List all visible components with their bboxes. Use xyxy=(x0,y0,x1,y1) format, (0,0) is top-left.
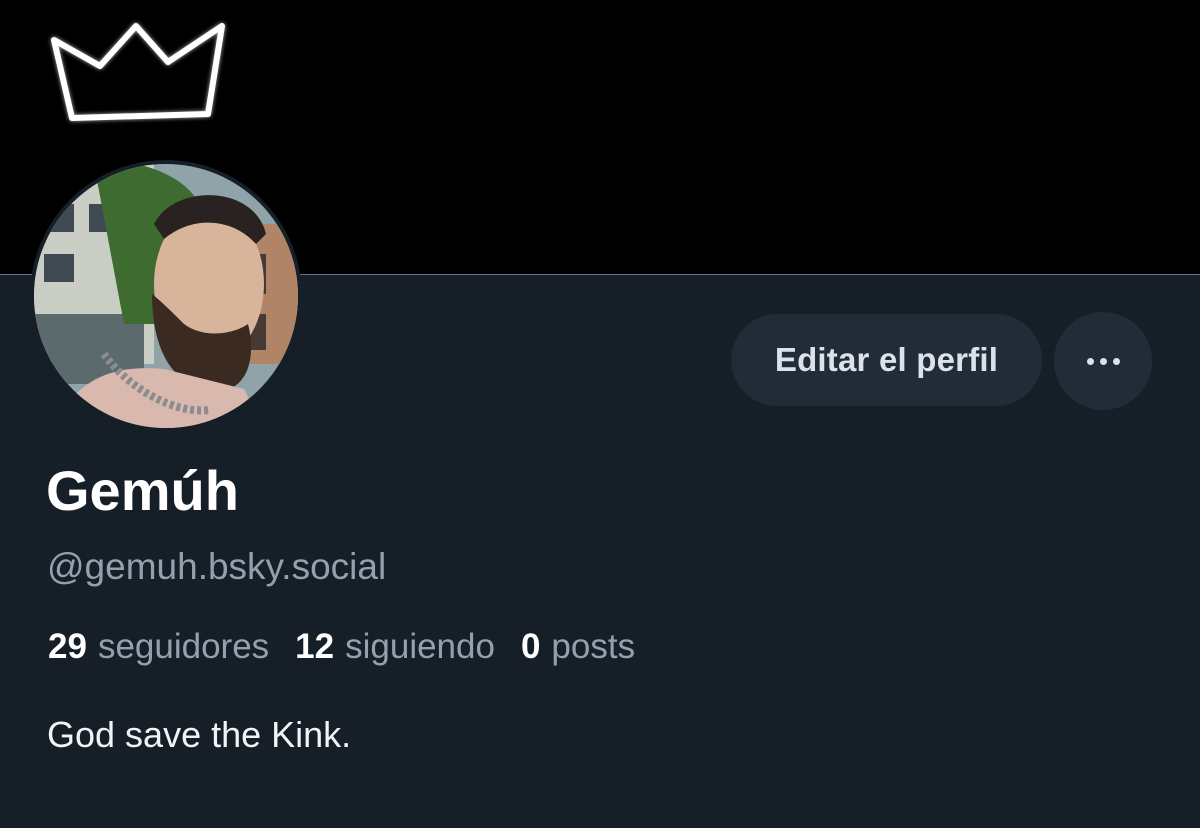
avatar[interactable] xyxy=(30,160,302,432)
following-count: 12 xyxy=(295,627,335,666)
profile-stats: 29 seguidores 12 siguiendo 0 posts xyxy=(48,624,635,670)
following-label: siguiendo xyxy=(345,627,495,666)
following-stat[interactable]: 12 siguiendo xyxy=(295,624,495,670)
followers-stat[interactable]: 29 seguidores xyxy=(48,624,269,670)
followers-count: 29 xyxy=(48,627,87,666)
crown-icon xyxy=(51,23,225,121)
profile-bio: God save the Kink. xyxy=(47,714,352,755)
more-options-button[interactable] xyxy=(1054,312,1152,410)
edit-profile-button[interactable]: Editar el perfil xyxy=(731,314,1042,406)
avatar-image xyxy=(34,164,298,428)
posts-count: 0 xyxy=(520,627,541,666)
more-horizontal-icon xyxy=(1086,357,1120,365)
display-name: Gemúh xyxy=(46,459,239,522)
profile-handle: @gemuh.bsky.social xyxy=(47,546,387,587)
posts-label: posts xyxy=(551,627,636,666)
followers-label: seguidores xyxy=(97,627,270,666)
posts-stat: 0 posts xyxy=(521,624,635,670)
